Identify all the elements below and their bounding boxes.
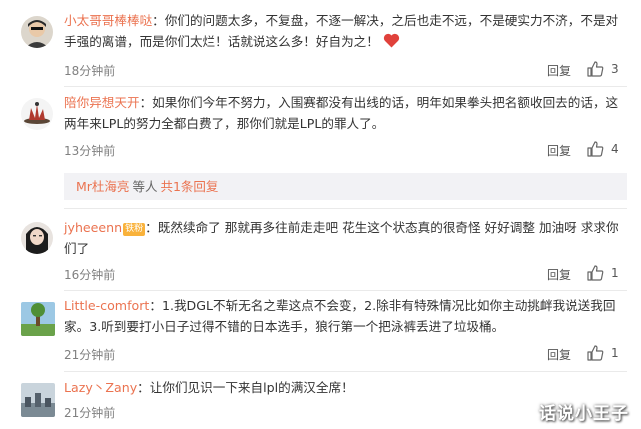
comment-text: 让你们见识一下来自lpl的满汉全席！ xyxy=(149,380,354,395)
comment-username[interactable]: 陪你异想天开 xyxy=(64,95,140,110)
avatar-image xyxy=(21,16,53,48)
sub-reply-user[interactable]: Mr杜海亮 xyxy=(76,179,129,194)
comment-body: 小太哥哥棒棒哒：你们的问题太多，不复盘，不逐一解决，之后也走不远，不是硬实力不济… xyxy=(64,10,627,52)
like-count: 4 xyxy=(611,142,619,156)
separator: ： xyxy=(145,220,158,235)
reply-button[interactable]: 回复 xyxy=(547,62,571,79)
like-button[interactable]: 1 xyxy=(587,344,627,364)
reply-button[interactable]: 回复 xyxy=(547,266,571,283)
avatar[interactable] xyxy=(21,222,53,254)
separator: ： xyxy=(137,380,150,395)
divider xyxy=(64,86,627,87)
like-count: 3 xyxy=(611,62,619,76)
comment-time: 21分钟前 xyxy=(64,406,116,420)
avatar[interactable] xyxy=(21,16,53,48)
like-button[interactable]: 4 xyxy=(587,140,627,160)
divider xyxy=(64,208,627,209)
avatar[interactable] xyxy=(21,302,55,336)
thumbs-up-icon xyxy=(587,345,604,361)
comment-time: 16分钟前 xyxy=(64,268,116,282)
reply-button[interactable]: 回复 xyxy=(547,142,571,159)
comment-body: Little-comfort：1.我DGL不斩无名之辈这点不会变，2.除非有特殊… xyxy=(64,295,627,337)
thumbs-up-icon xyxy=(587,141,604,157)
like-count: 1 xyxy=(611,346,619,360)
avatar[interactable] xyxy=(21,383,55,417)
like-count: 1 xyxy=(611,266,619,280)
sub-reply-box[interactable]: Mr杜海亮 等人 共1条回复 xyxy=(64,173,627,200)
comment-body: Lazy丶Zany：让你们见识一下来自lpl的满汉全席！ xyxy=(64,377,627,398)
comment-time: 21分钟前 xyxy=(64,348,116,362)
comment-body: jyheeenn 铁粉 ：既然续命了 那就再多往前走走吧 花生这个状态真的很奇怪 好… xyxy=(64,217,627,259)
comment-username[interactable]: 小太哥哥棒棒哒 xyxy=(64,13,152,28)
separator: ： xyxy=(139,95,153,110)
sub-reply-link[interactable]: 共1条回复 xyxy=(160,179,218,194)
heart-emoji-icon xyxy=(383,33,400,48)
thumbs-up-icon xyxy=(587,61,604,77)
fan-badge: 铁粉 xyxy=(123,223,146,236)
watermark: 话说小王子 xyxy=(539,404,629,424)
comment-time: 18分钟前 xyxy=(64,64,116,78)
separator: ： xyxy=(152,13,165,28)
avatar-image xyxy=(21,302,55,336)
comment-body: 陪你异想天开：如果你们今年不努力，入围赛都没有出线的话，明年如果拳头把名额收回去… xyxy=(64,92,627,134)
divider xyxy=(64,371,627,372)
avatar[interactable] xyxy=(21,98,53,130)
comment-meta: 18分钟前 回复 3 xyxy=(64,60,627,82)
comment-username[interactable]: jyheeenn xyxy=(64,220,122,235)
reply-button[interactable]: 回复 xyxy=(547,346,571,363)
comment-username[interactable]: Lazy丶Zany xyxy=(64,380,137,395)
comment-meta: 13分钟前 回复 4 xyxy=(64,140,627,162)
thumbs-up-icon xyxy=(587,265,604,281)
avatar-image xyxy=(21,98,53,130)
separator: ： xyxy=(149,298,162,313)
like-button[interactable]: 1 xyxy=(587,264,627,284)
avatar-image xyxy=(21,383,55,417)
divider xyxy=(64,290,627,291)
sub-reply-middle: 等人 xyxy=(132,179,158,194)
comment-meta: 21分钟前 回复 1 xyxy=(64,344,627,366)
comment-time: 13分钟前 xyxy=(64,144,116,158)
comment-username[interactable]: Little-comfort xyxy=(64,298,149,313)
avatar-image xyxy=(21,222,53,254)
like-button[interactable]: 3 xyxy=(587,60,627,80)
comment-meta: 16分钟前 回复 1 xyxy=(64,264,627,286)
